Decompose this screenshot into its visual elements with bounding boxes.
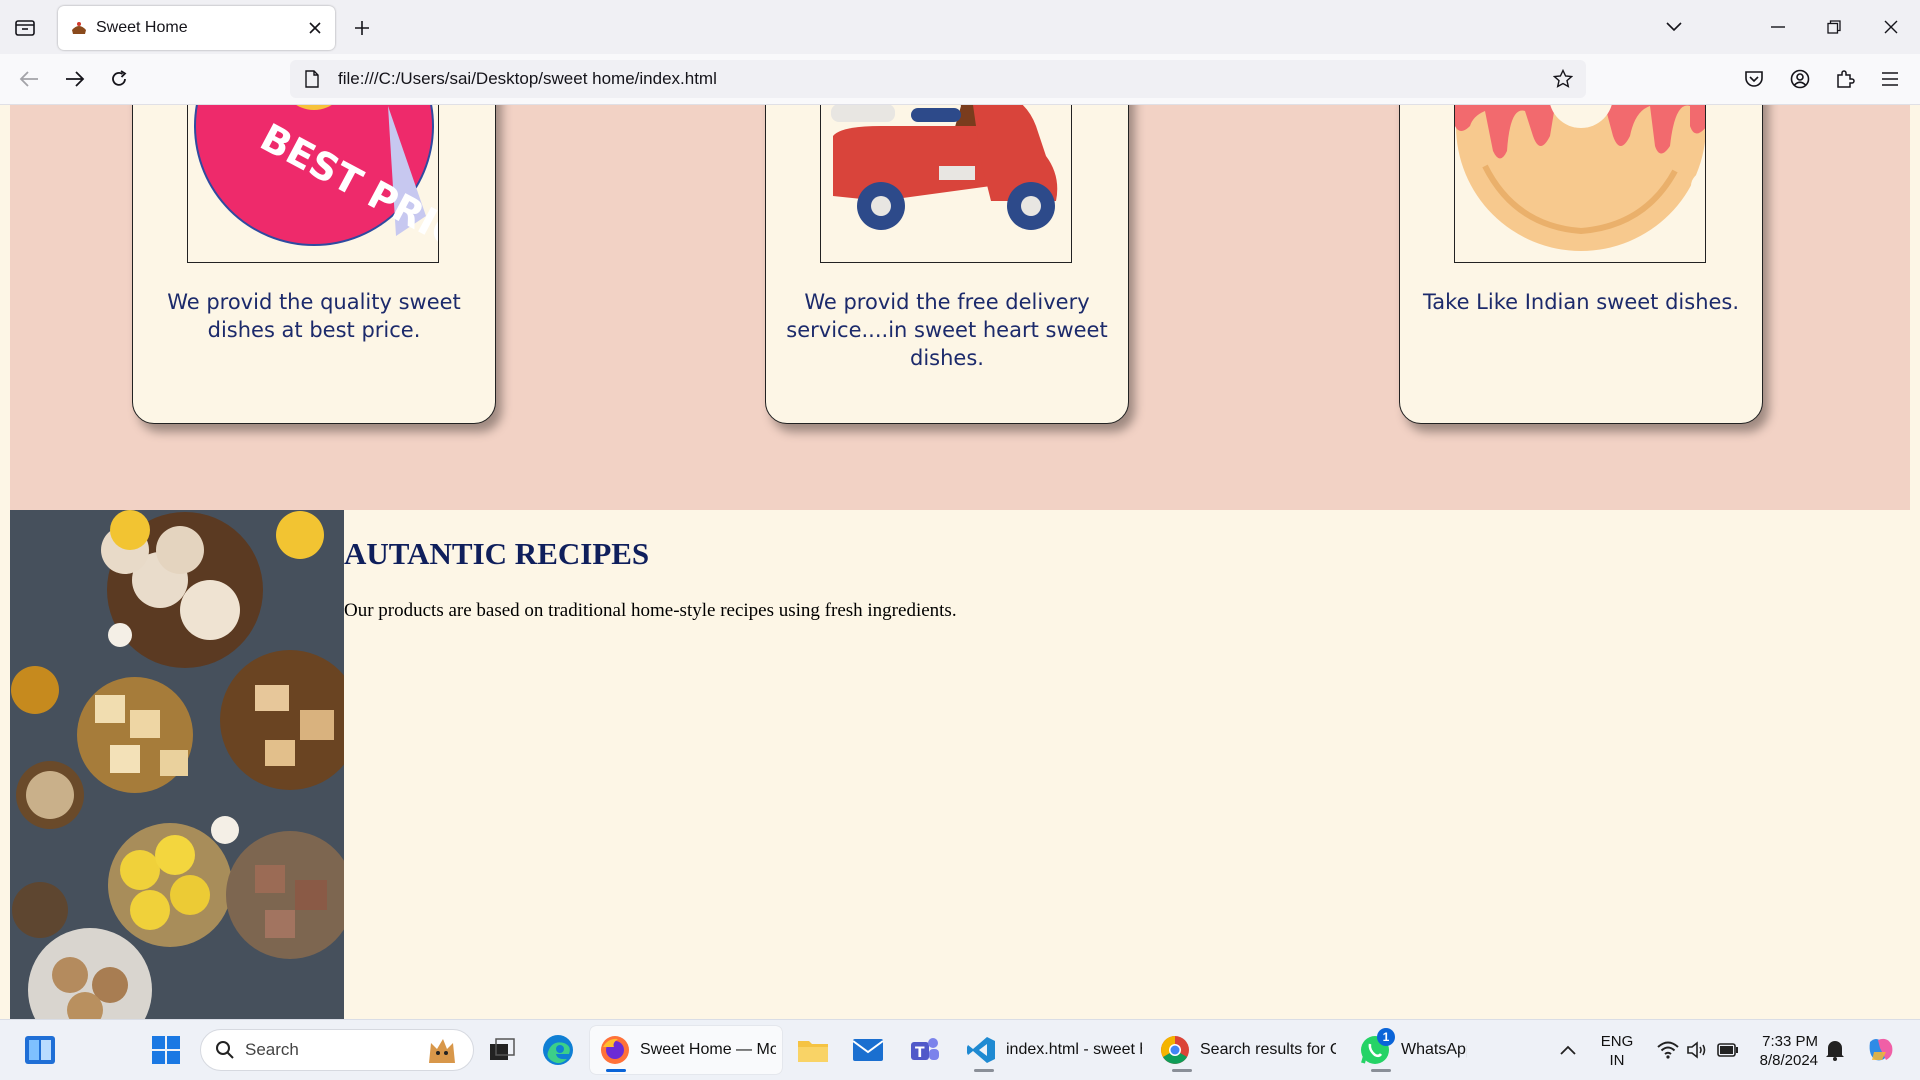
taskbar-search-box[interactable]: Search: [200, 1029, 474, 1071]
app-label: Sweet Home — Mozilla Firefox: [640, 1041, 776, 1058]
browser-tab-bar: Sweet Home: [0, 0, 1920, 54]
tab-title: Sweet Home: [96, 19, 188, 36]
recipes-heading: AUTANTIC RECIPES: [344, 536, 650, 571]
donut-image: [1454, 105, 1706, 263]
clock-date: 8/8/2024: [1759, 1052, 1818, 1069]
forward-arrow-icon[interactable]: [58, 62, 92, 96]
pocket-icon[interactable]: [1737, 62, 1771, 96]
extensions-puzzle-icon[interactable]: [1828, 62, 1862, 96]
wifi-icon: [1657, 1041, 1679, 1059]
search-icon: [215, 1040, 235, 1060]
chrome-icon: [1160, 1035, 1190, 1065]
clock[interactable]: 7:33 PM 8/8/2024: [1752, 1032, 1818, 1070]
notification-bell-icon[interactable]: [1815, 1030, 1855, 1070]
card-text: Take Like Indian sweet dishes.: [1422, 290, 1740, 314]
best-price-badge-image: $ BEST PRICE: [187, 105, 439, 263]
service-card-free-delivery: We provid the free delivery service....i…: [765, 105, 1129, 424]
battery-icon: [1717, 1043, 1739, 1057]
url-text[interactable]: file:///C:/Users/sai/Desktop/sweet home/…: [338, 69, 1546, 89]
firefox-icon: [600, 1035, 630, 1065]
reload-icon[interactable]: [102, 62, 136, 96]
task-view-icon[interactable]: [482, 1030, 522, 1070]
page-document-icon: [302, 69, 322, 89]
running-indicator: [974, 1069, 994, 1072]
teams-icon[interactable]: T: [905, 1030, 945, 1070]
file-explorer-icon[interactable]: [793, 1030, 833, 1070]
app-label: Search results for Cookies: [1200, 1041, 1336, 1058]
recipes-section: AUTANTIC RECIPES Our products are based …: [10, 510, 1910, 1019]
app-label: WhatsApp: [1401, 1041, 1467, 1058]
recipes-description: Our products are based on traditional ho…: [344, 600, 957, 621]
minimize-icon[interactable]: [1756, 10, 1800, 44]
hamburger-menu-icon[interactable]: [1873, 62, 1907, 96]
service-card-indian-sweets: Take Like Indian sweet dishes.: [1399, 105, 1763, 424]
volume-icon: [1687, 1041, 1709, 1059]
taskbar-app-vscode[interactable]: index.html - sweet home - Visual Studio …: [958, 1026, 1144, 1074]
account-icon[interactable]: [1783, 62, 1817, 96]
back-arrow-icon[interactable]: [12, 62, 46, 96]
running-indicator: [1172, 1069, 1192, 1072]
show-hidden-icons-chevron-icon[interactable]: [1548, 1030, 1588, 1070]
browser-nav-bar: file:///C:/Users/sai/Desktop/sweet home/…: [0, 54, 1920, 105]
new-tab-icon[interactable]: [346, 12, 378, 44]
vscode-icon: [966, 1035, 996, 1065]
widgets-icon[interactable]: [20, 1030, 60, 1070]
notification-badge: 1: [1377, 1028, 1395, 1046]
close-tab-icon[interactable]: [301, 14, 329, 42]
tab-overflow-chevron-icon[interactable]: [1652, 10, 1696, 44]
app-label: index.html - sweet home - Visual Studio …: [1006, 1041, 1142, 1058]
bookmark-star-icon[interactable]: [1546, 62, 1580, 96]
card-text: We provid the quality sweet dishes at be…: [167, 290, 461, 342]
taskbar-app-whatsapp[interactable]: 1 WhatsApp: [1355, 1026, 1473, 1074]
mail-icon[interactable]: [848, 1030, 888, 1070]
restore-icon[interactable]: [1812, 10, 1856, 44]
services-section: $ BEST PRICE We provid the quality sweet…: [10, 105, 1910, 510]
running-indicator: [1371, 1069, 1391, 1072]
service-card-best-price: $ BEST PRICE We provid the quality sweet…: [132, 105, 496, 424]
search-label: Search: [245, 1040, 299, 1059]
browser-tab[interactable]: Sweet Home: [58, 6, 335, 50]
edge-browser-icon[interactable]: [538, 1030, 578, 1070]
tab-list-icon[interactable]: [8, 12, 42, 44]
search-highlight-cat-icon: [425, 1035, 459, 1065]
sweet-favicon-icon: [70, 19, 88, 37]
web-page: $ BEST PRICE We provid the quality sweet…: [0, 105, 1920, 1019]
language-code: ENG: [1600, 1033, 1634, 1050]
clock-time: 7:33 PM: [1762, 1033, 1818, 1050]
taskbar-app-chrome[interactable]: Search results for Cookies: [1156, 1026, 1342, 1074]
region-code: IN: [1609, 1052, 1625, 1069]
copilot-icon[interactable]: [1860, 1030, 1900, 1070]
whatsapp-icon: 1: [1359, 1028, 1395, 1066]
indian-sweets-photo: [10, 510, 344, 1019]
windows-start-icon[interactable]: [146, 1030, 186, 1070]
close-window-icon[interactable]: [1869, 10, 1913, 44]
card-text: We provid the free delivery service....i…: [786, 290, 1108, 370]
svg-text:T: T: [915, 1045, 925, 1061]
delivery-scooter-image: [820, 105, 1072, 263]
active-indicator: [606, 1069, 626, 1072]
taskbar-app-firefox[interactable]: Sweet Home — Mozilla Firefox: [590, 1026, 782, 1074]
system-tray-status[interactable]: [1643, 1030, 1753, 1070]
address-bar[interactable]: file:///C:/Users/sai/Desktop/sweet home/…: [290, 60, 1586, 98]
windows-taskbar: Search Sweet Home — Mozilla Firefox T in…: [0, 1019, 1920, 1080]
language-indicator[interactable]: ENG IN: [1596, 1032, 1638, 1070]
